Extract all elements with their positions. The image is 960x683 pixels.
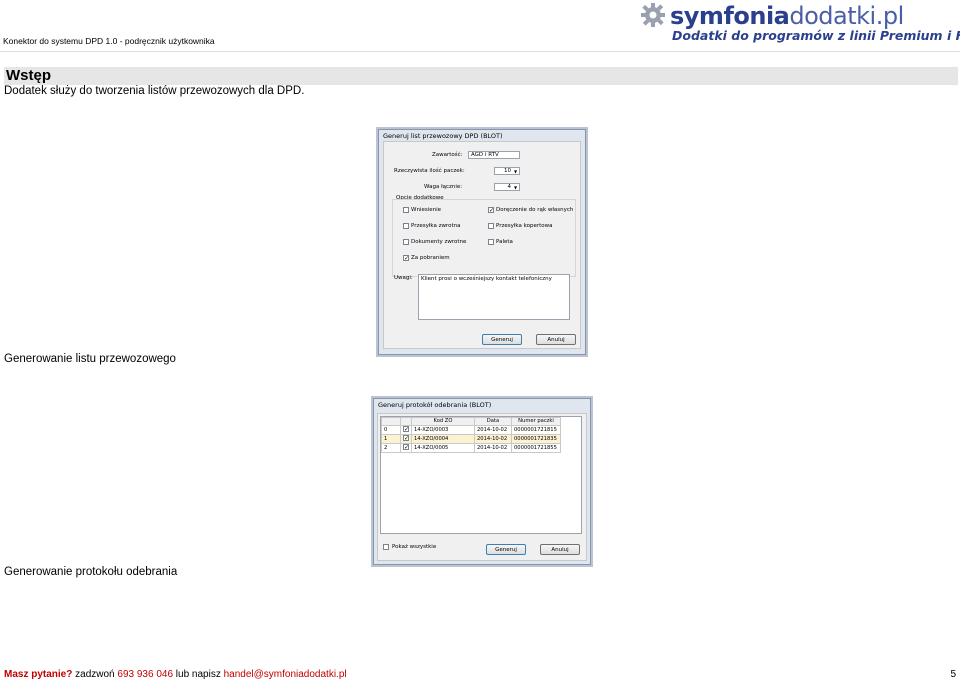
za-pobraniem-label: Za pobraniem	[411, 255, 450, 261]
wniesienie-checkbox[interactable]	[403, 207, 409, 213]
footer-email-link[interactable]: handel@symfoniadodatki.pl	[224, 669, 347, 680]
column-header	[400, 417, 412, 426]
ilosc-paczek-label: Rzeczywista ilość paczek:	[394, 168, 465, 174]
section-title: Wstęp	[6, 67, 51, 84]
doreczenie-label: Doręczenie do rąk własnych	[496, 207, 574, 213]
chevron-down-icon: ▼	[513, 185, 518, 190]
ilosc-paczek-select[interactable]: 10 ▼	[494, 167, 520, 175]
dokumenty-zwrotne-label: Dokumenty zwrotne	[411, 239, 467, 245]
symfoniadodatki-logo: symfoniadodatki.pl Dodatki do programów …	[638, 0, 960, 48]
doreczenie-checkbox[interactable]: ✓	[488, 207, 494, 214]
waga-label: Waga łącznie:	[424, 184, 463, 190]
pokaz-wszystkie-label: Pokaż wszystkie	[392, 544, 437, 550]
protocol-grid-panel: Kod ZO Data Numer paczki 0 ✓ 14-XZO/0003…	[380, 416, 582, 534]
logo-wordmark: symfoniadodatki.pl	[670, 2, 904, 30]
chevron-down-icon: ▼	[513, 169, 518, 174]
pokaz-wszystkie-checkbox[interactable]	[383, 544, 389, 550]
footer-phone-link[interactable]: 693 936 046	[117, 669, 173, 680]
przesylka-zwrotna-checkbox[interactable]	[403, 223, 409, 229]
dialog-title: Generuj protokół odebrania (BLOT)	[378, 401, 492, 409]
dialog-body: Kod ZO Data Numer paczki 0 ✓ 14-XZO/0003…	[377, 413, 587, 561]
table-header-row: Kod ZO Data Numer paczki	[381, 417, 561, 426]
section-heading-bar	[4, 67, 958, 85]
row-checkbox-cell[interactable]: ✓	[400, 443, 412, 453]
przesylka-zwrotna-label: Przesyłka zwrotna	[411, 223, 461, 229]
przesylka-kopertowa-checkbox[interactable]	[488, 223, 494, 229]
row-checkbox-cell[interactable]: ✓	[400, 434, 412, 444]
table-row[interactable]: 0 ✓ 14-XZO/0003 2014-10-02 0000001721815	[381, 425, 561, 435]
row-index: 0	[381, 425, 401, 435]
header-divider	[0, 51, 960, 52]
row-index: 2	[381, 443, 401, 453]
za-pobraniem-checkbox[interactable]: ✓	[403, 255, 409, 262]
data-cell: 2014-10-02	[474, 434, 512, 444]
generuj-button[interactable]: Generuj	[482, 334, 522, 345]
row-checkbox[interactable]: ✓	[403, 444, 409, 451]
dokumenty-zwrotne-checkbox[interactable]	[403, 239, 409, 245]
pickup-protocol-dialog: Generuj protokół odebrania (BLOT) Kod ZO…	[373, 398, 591, 565]
uwagi-label: Uwagi:	[394, 275, 413, 281]
numer-paczki-cell: 0000001721855	[511, 443, 561, 453]
gear-icon	[641, 3, 665, 27]
column-header	[381, 417, 401, 426]
numer-paczki-cell: 0000001721815	[511, 425, 561, 435]
intro-paragraph: Dodatek służy do tworzenia listów przewo…	[4, 85, 305, 97]
wniesienie-label: Wniesienie	[411, 207, 442, 213]
generate-waybill-dialog: Generuj list przewozowy DPD (BLOT) Zawar…	[378, 129, 586, 355]
row-index: 1	[381, 434, 401, 444]
kod-zo-cell: 14-XZO/0004	[411, 434, 475, 444]
dialog-title: Generuj list przewozowy DPD (BLOT)	[383, 132, 503, 140]
column-header-kod[interactable]: Kod ZO	[411, 417, 475, 426]
document-title: Konektor do systemu DPD 1.0 - podręcznik…	[3, 36, 215, 46]
kod-zo-cell: 14-XZO/0005	[411, 443, 475, 453]
figure-caption-protocol: Generowanie protokołu odebrania	[4, 566, 178, 578]
figure-caption-waybill: Generowanie listu przewozowego	[4, 353, 176, 365]
row-checkbox[interactable]: ✓	[403, 426, 409, 433]
table-row[interactable]: 2 ✓ 14-XZO/0005 2014-10-02 0000001721855	[381, 443, 561, 453]
dialog-body: Zawartość: AGD i RTV Rzeczywista ilość p…	[383, 141, 581, 349]
waga-select[interactable]: 4 ▼	[494, 183, 520, 191]
footer-or-text: lub napisz	[173, 669, 224, 680]
protocol-table: Kod ZO Data Numer paczki 0 ✓ 14-XZO/0003…	[381, 417, 561, 453]
row-checkbox[interactable]: ✓	[403, 435, 409, 442]
anuluj-button[interactable]: Anuluj	[536, 334, 576, 345]
anuluj-button[interactable]: Anuluj	[540, 544, 580, 555]
uwagi-textarea[interactable]: Klient prosi o wcześniejszy kontakt tele…	[418, 274, 570, 320]
row-checkbox-cell[interactable]: ✓	[400, 425, 412, 435]
column-header-numer[interactable]: Numer paczki	[511, 417, 561, 426]
przesylka-kopertowa-label: Przesyłka kopertowa	[496, 223, 553, 229]
page-number: 5	[950, 669, 956, 680]
numer-paczki-cell: 0000001721835	[511, 434, 561, 444]
zawartosc-label: Zawartość:	[432, 152, 463, 158]
footer-question: Masz pytanie?	[4, 669, 73, 680]
table-row[interactable]: 1 ✓ 14-XZO/0004 2014-10-02 0000001721835	[381, 434, 561, 444]
kod-zo-cell: 14-XZO/0003	[411, 425, 475, 435]
footer-call-text: zadzwoń	[72, 669, 118, 680]
generuj-button[interactable]: Generuj	[486, 544, 526, 555]
paleta-label: Paleta	[496, 239, 513, 245]
paleta-checkbox[interactable]	[488, 239, 494, 245]
column-header-data[interactable]: Data	[474, 417, 512, 426]
logo-tagline: Dodatki do programów z linii Premium i F…	[672, 28, 960, 43]
footer-contact: Masz pytanie? zadzwoń 693 936 046 lub na…	[4, 669, 347, 680]
zawartosc-input[interactable]: AGD i RTV	[468, 151, 520, 159]
data-cell: 2014-10-02	[474, 443, 512, 453]
data-cell: 2014-10-02	[474, 425, 512, 435]
